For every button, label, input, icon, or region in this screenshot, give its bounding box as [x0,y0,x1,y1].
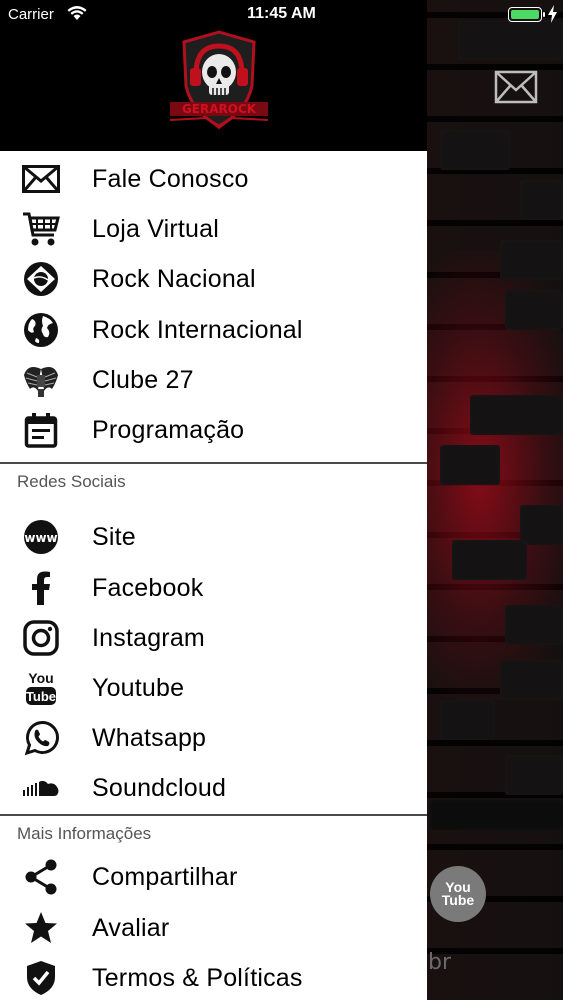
brick [440,130,510,170]
brazil-flag-icon [22,260,60,298]
mail-button-icon[interactable] [494,70,538,104]
svg-text:www: www [24,531,57,545]
brick [440,445,500,485]
battery-tip [543,12,545,17]
brick [430,800,563,830]
menu-item-loja-virtual[interactable]: Loja Virtual [0,204,427,254]
calendar-icon [22,411,60,449]
side-drawer: GERAROCK Fale Conosco Loja Virtual Rock … [0,0,427,1000]
section-title-mais-informacoes: Mais Informações [17,824,152,843]
brick [505,290,563,330]
brick [520,180,563,220]
section-divider [0,462,427,464]
menu-item-compartilhar[interactable]: Compartilhar [0,852,427,902]
menu-item-label: Rock Internacional [92,315,303,344]
menu-item-instagram[interactable]: Instagram [0,613,427,663]
brick [440,700,495,740]
skull-logo-icon[interactable]: GERAROCK [166,28,272,134]
menu-item-label: Loja Virtual [92,214,220,243]
youtube-circle-button[interactable]: You Tube [430,866,486,922]
menu-item-youtube[interactable]: You Tube Youtube [0,663,427,713]
battery-icon [508,7,542,22]
menu-item-avaliar[interactable]: Avaliar [0,903,427,953]
menu-item-label: Facebook [92,573,204,602]
youtube-button-text: You Tube [441,879,475,908]
menu-item-label: Youtube [92,673,185,702]
charging-bolt-icon [548,5,557,23]
shopping-cart-icon [22,210,60,248]
mail-icon [22,160,60,198]
brick [500,660,563,700]
menu-item-site[interactable]: www Site [0,512,427,562]
menu-item-fale-conosco[interactable]: Fale Conosco [0,154,427,204]
menu-item-whatsapp[interactable]: Whatsapp [0,713,427,763]
youtube-icon: You Tube [22,669,60,707]
soundcloud-icon [22,769,60,807]
globe-icon [22,311,60,349]
menu-item-label: Compartilhar [92,862,238,891]
www-icon: www [22,518,60,556]
facebook-icon [22,569,60,607]
menu-item-label: Rock Nacional [92,264,256,293]
brick [500,240,563,280]
status-time: 11:45 AM [247,5,316,22]
instagram-icon [22,619,60,657]
whatsapp-icon [22,719,60,757]
menu-item-termos-politicas[interactable]: Termos & Políticas [0,953,427,1000]
brick [452,540,527,580]
menu-item-rock-internacional[interactable]: Rock Internacional [0,305,427,355]
menu-item-label: Whatsapp [92,723,207,752]
menu-item-programacao[interactable]: Programação [0,405,427,455]
logo-text: GERAROCK [182,102,257,116]
menu-item-label: Avaliar [92,913,170,942]
menu-item-label: Site [92,522,136,551]
svg-text:Tube: Tube [26,689,56,704]
brick [505,755,563,795]
brick [470,395,563,435]
menu-item-soundcloud[interactable]: Soundcloud [0,763,427,813]
section-divider [0,814,427,816]
menu-item-label: Instagram [92,623,205,652]
menu-item-label: Termos & Políticas [92,963,303,992]
brick [505,605,563,645]
share-icon [22,858,60,896]
shield-check-icon [22,959,60,997]
partial-background-text: br [428,950,452,975]
menu-item-label: Fale Conosco [92,164,249,193]
menu-item-label: Clube 27 [92,365,194,394]
winged-emblem-icon [22,361,60,399]
menu-item-clube-27[interactable]: Clube 27 [0,355,427,405]
section-title-redes-sociais: Redes Sociais [17,472,126,491]
status-bar: Carrier 11:45 AM [0,0,563,30]
brick [520,505,563,545]
menu-item-label: Programação [92,415,245,444]
menu-item-rock-nacional[interactable]: Rock Nacional [0,254,427,304]
menu-item-facebook[interactable]: Facebook [0,563,427,613]
menu-item-label: Soundcloud [92,773,227,802]
svg-text:You: You [28,670,53,686]
star-icon [22,909,60,947]
